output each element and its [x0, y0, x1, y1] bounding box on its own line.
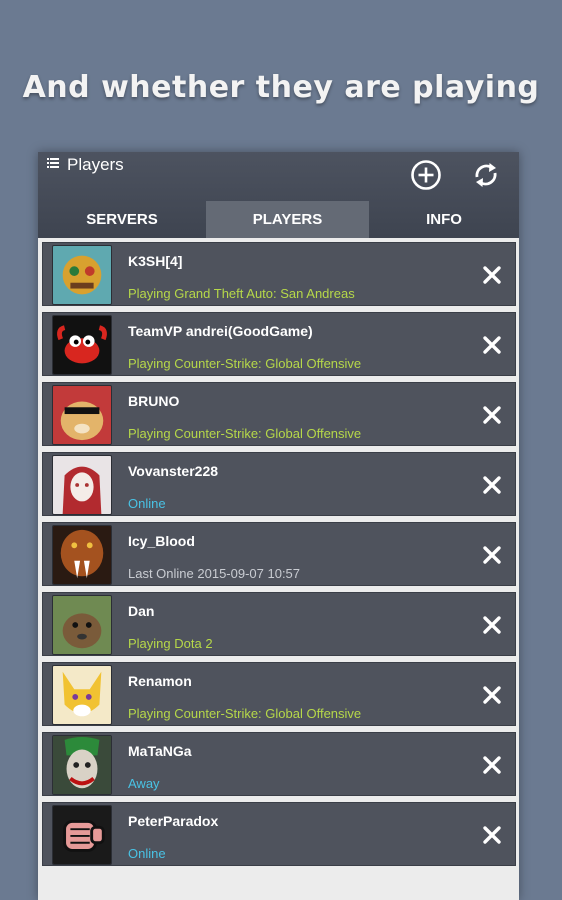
avatar: [52, 665, 112, 725]
player-name: Vovanster228: [128, 463, 219, 479]
list-icon[interactable]: [47, 158, 59, 168]
player-row[interactable]: K3SH[4] Playing Grand Theft Auto: San An…: [42, 242, 516, 306]
close-icon[interactable]: [477, 820, 507, 850]
player-row[interactable]: BRUNO Playing Counter-Strike: Global Off…: [42, 382, 516, 446]
avatar: [52, 315, 112, 375]
player-name: Dan: [128, 603, 155, 619]
player-row[interactable]: Icy_Blood Last Online 2015-09-07 10:57: [42, 522, 516, 586]
add-circle-icon[interactable]: [409, 158, 443, 192]
player-list: K3SH[4] Playing Grand Theft Auto: San An…: [42, 242, 516, 872]
player-name: Renamon: [128, 673, 192, 689]
app-window: Players SERVERS PLAYERS INFO K3SH[4] Pla…: [38, 152, 519, 900]
avatar: [52, 455, 112, 515]
player-name: TeamVP andrei(GoodGame): [128, 323, 313, 339]
player-status: Playing Dota 2: [128, 636, 213, 651]
player-row[interactable]: Renamon Playing Counter-Strike: Global O…: [42, 662, 516, 726]
avatar: [52, 245, 112, 305]
player-row[interactable]: Vovanster228 Online: [42, 452, 516, 516]
player-status: Online: [128, 846, 166, 861]
player-name: BRUNO: [128, 393, 180, 409]
player-row[interactable]: TeamVP andrei(GoodGame) Playing Counter-…: [42, 312, 516, 376]
player-status: Online: [128, 496, 166, 511]
close-icon[interactable]: [477, 330, 507, 360]
close-icon[interactable]: [477, 260, 507, 290]
close-icon[interactable]: [477, 540, 507, 570]
tab-servers[interactable]: SERVERS: [38, 201, 206, 238]
avatar: [52, 735, 112, 795]
close-icon[interactable]: [477, 400, 507, 430]
avatar: [52, 595, 112, 655]
avatar: [52, 805, 112, 865]
tab-bar: SERVERS PLAYERS INFO: [38, 201, 519, 238]
player-status: Away: [128, 776, 160, 791]
headline: And whether they are playing: [22, 70, 540, 105]
tab-info[interactable]: INFO: [369, 201, 519, 238]
player-name: PeterParadox: [128, 813, 219, 829]
player-status: Playing Counter-Strike: Global Offensive: [128, 356, 362, 371]
page-title: Players: [67, 155, 124, 174]
close-icon[interactable]: [477, 610, 507, 640]
player-name: K3SH[4]: [128, 253, 183, 269]
player-row[interactable]: Dan Playing Dota 2: [42, 592, 516, 656]
close-icon[interactable]: [477, 750, 507, 780]
player-status: Playing Grand Theft Auto: San Andreas: [128, 286, 355, 301]
close-icon[interactable]: [477, 680, 507, 710]
refresh-icon[interactable]: [469, 158, 503, 192]
player-name: Icy_Blood: [128, 533, 195, 549]
close-icon[interactable]: [477, 470, 507, 500]
player-row[interactable]: MaTaNGa Away: [42, 732, 516, 796]
tab-players[interactable]: PLAYERS: [206, 201, 369, 238]
player-status: Last Online 2015-09-07 10:57: [128, 566, 301, 581]
player-status: Playing Counter-Strike: Global Offensive: [128, 706, 362, 721]
player-name: MaTaNGa: [128, 743, 192, 759]
player-status: Playing Counter-Strike: Global Offensive: [128, 426, 362, 441]
avatar: [52, 525, 112, 585]
player-row[interactable]: PeterParadox Online: [42, 802, 516, 866]
app-bar: Players SERVERS PLAYERS INFO: [38, 152, 519, 238]
avatar: [52, 385, 112, 445]
